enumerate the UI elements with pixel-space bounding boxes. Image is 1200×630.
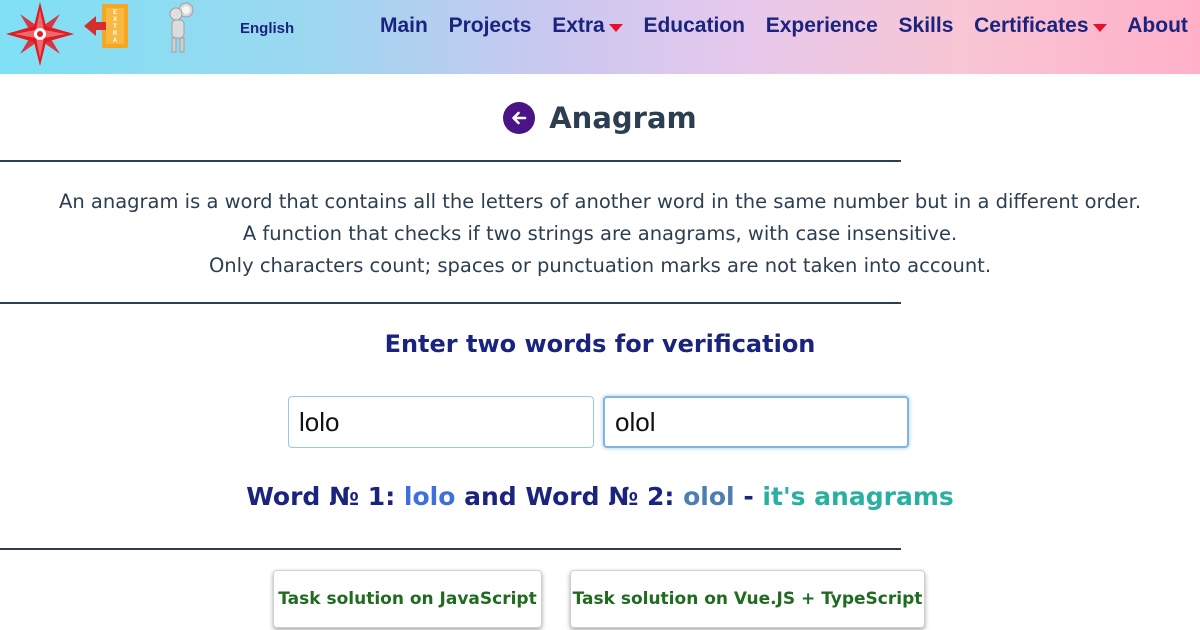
nav-projects-label: Projects — [448, 14, 532, 37]
nav-extra-label: Extra — [552, 14, 605, 37]
main-nav: Main Projects Extra Education Experience… — [380, 14, 1188, 38]
svg-text:T: T — [113, 24, 117, 30]
description-line: A function that checks if two strings ar… — [242, 222, 958, 245]
nav-about-label: About — [1127, 14, 1188, 37]
description: An anagram is a word that contains all t… — [0, 186, 1200, 282]
svg-text:A: A — [113, 38, 118, 44]
js-solution-button[interactable]: Task solution on JavaScript — [273, 570, 542, 628]
vue-solution-button[interactable]: Task solution on Vue.JS + TypeScript — [570, 570, 925, 628]
divider — [0, 548, 901, 550]
caret-down-icon — [608, 23, 623, 32]
nav-education[interactable]: Education — [643, 14, 745, 38]
word2-input[interactable] — [603, 396, 909, 448]
svg-text:X: X — [113, 17, 117, 23]
top-header: E X T R A English Main Projects Extra Ed… — [0, 0, 1200, 74]
divider — [0, 160, 901, 162]
nav-main-label: Main — [380, 14, 428, 37]
nav-main[interactable]: Main — [380, 14, 428, 38]
caret-down-icon — [1092, 23, 1107, 32]
description-line: An anagram is a word that contains all t… — [58, 190, 1142, 213]
nav-experience[interactable]: Experience — [766, 14, 878, 38]
description-line: Only characters count; spaces or punctua… — [208, 254, 992, 277]
nav-certificates[interactable]: Certificates — [974, 14, 1107, 38]
result-middle: and Word № 2: — [464, 482, 675, 511]
result-text: Word № 1: lolo and Word № 2: olol - it's… — [0, 482, 1200, 511]
nav-about[interactable]: About — [1127, 14, 1188, 38]
nav-experience-label: Experience — [765, 14, 878, 37]
nav-skills[interactable]: Skills — [899, 14, 954, 38]
back-arrow-icon[interactable] — [503, 102, 536, 134]
page-title: Anagram — [549, 101, 697, 135]
nav-projects[interactable]: Projects — [449, 14, 532, 38]
compass-star-icon[interactable] — [6, 2, 74, 66]
result-word2: olol — [683, 482, 735, 511]
result-verdict: it's anagrams — [762, 482, 954, 511]
svg-text:E: E — [113, 10, 117, 16]
nav-certificates-label: Certificates — [974, 14, 1089, 37]
word1-input[interactable] — [288, 396, 594, 448]
extra-exit-icon[interactable]: E X T R A — [84, 4, 136, 48]
form-heading: Enter two words for verification — [384, 330, 816, 358]
nav-education-label: Education — [643, 14, 745, 37]
title-row: Anagram — [0, 96, 1200, 140]
divider — [0, 302, 901, 304]
result-word1: lolo — [403, 482, 456, 511]
nav-extra[interactable]: Extra — [552, 14, 623, 38]
nav-skills-label: Skills — [898, 14, 954, 37]
magnifier-man-icon[interactable] — [166, 0, 202, 54]
result-prefix: Word № 1: — [246, 482, 396, 511]
language-switch[interactable]: English — [240, 20, 294, 37]
svg-text:R: R — [113, 31, 118, 37]
result-dash: - — [743, 482, 754, 511]
